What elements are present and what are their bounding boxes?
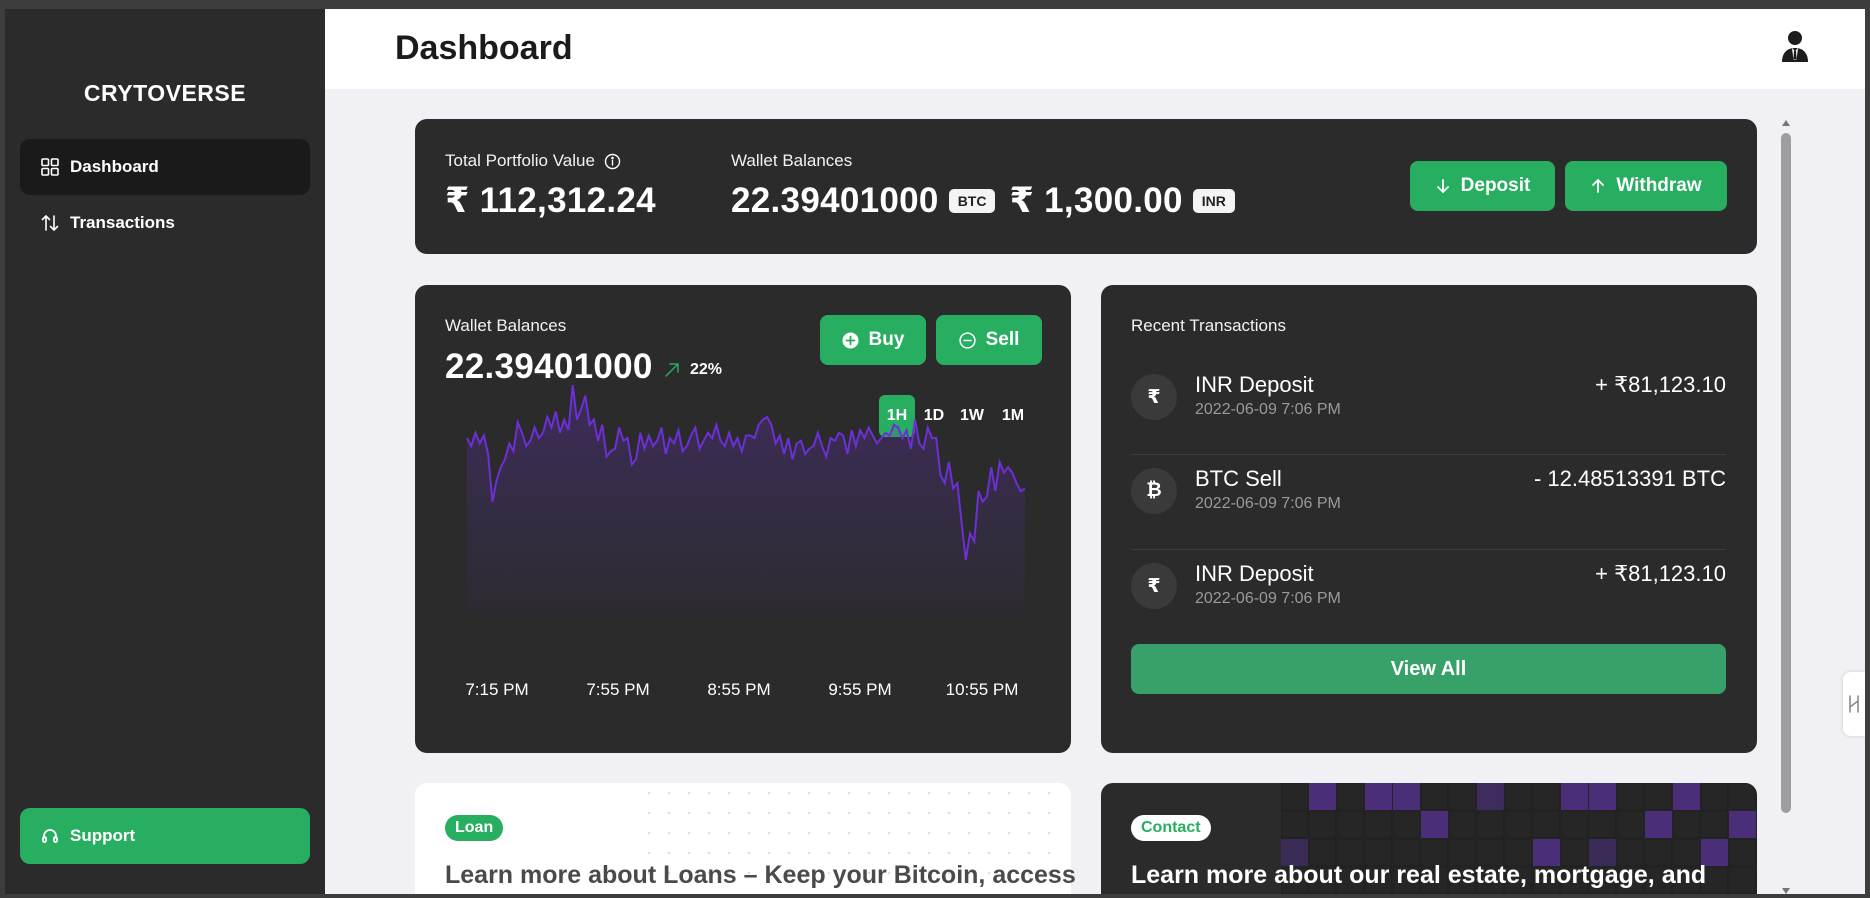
deposit-label: Deposit	[1460, 175, 1531, 196]
transaction-amount: + ₹81,123.10	[1595, 561, 1726, 586]
transaction-amount: - 12.48513391 BTC	[1533, 466, 1726, 491]
deposit-button[interactable]: Deposit	[1410, 161, 1555, 211]
support-label: Support	[70, 826, 136, 845]
bitcoin-icon: ₿	[1131, 468, 1177, 514]
page-title: Dashboard	[395, 29, 573, 67]
sidebar-item-transactions[interactable]: Transactions	[20, 195, 310, 251]
portfolio-summary-card: Total Portfolio Value ₹ 112,312.24 Walle…	[415, 119, 1757, 254]
transaction-row[interactable]: ₿ BTC Sell 2022-06-09 7:06 PM - 12.48513…	[1131, 456, 1726, 536]
x-tick-label: 7:15 PM	[465, 680, 528, 699]
x-tick-label: 9:55 PM	[828, 680, 891, 699]
inr-unit-badge: INR	[1192, 189, 1235, 213]
brand-logo: CRYTOVERSE	[83, 80, 247, 106]
arrow-up-icon	[1590, 178, 1606, 194]
contact-tag: Contact	[1131, 815, 1211, 841]
rupee-icon: ₹	[1131, 374, 1177, 420]
arrow-down-icon	[1435, 178, 1451, 194]
wallet-line-chart: 7:15 PM 7:55 PM 8:55 PM 9:55 PM 10:55 PM	[465, 384, 1026, 699]
arrows-updown-icon	[40, 213, 60, 233]
contact-promo-text: Learn more about our real estate, mortga…	[1131, 861, 1707, 889]
btc-balance: 22.39401000	[731, 181, 939, 220]
sidebar: CRYTOVERSE Dashboard Transactions Suppor…	[5, 9, 325, 894]
grid-icon	[40, 157, 60, 177]
wallet-chart-card: Wallet Balances 22.39401000 22% Buy Sell…	[415, 285, 1071, 753]
portfolio-value: ₹ 112,312.24	[445, 181, 656, 220]
scroll-thumb[interactable]	[1781, 133, 1791, 813]
support-button[interactable]: Support	[20, 808, 310, 864]
btc-unit-badge: BTC	[948, 189, 996, 213]
transaction-amount: + ₹81,123.10	[1595, 372, 1726, 397]
loan-promo-text: Learn more about Loans – Keep your Bitco…	[445, 861, 1076, 889]
wallet-balances-label: Wallet Balances	[731, 151, 853, 170]
x-tick-label: 7:55 PM	[586, 680, 649, 699]
portfolio-label: Total Portfolio Value	[445, 151, 595, 170]
transaction-name: INR Deposit	[1195, 561, 1314, 586]
recent-transactions-title: Recent Transactions	[1131, 316, 1286, 335]
withdraw-label: Withdraw	[1616, 175, 1702, 196]
x-tick-label: 8:55 PM	[707, 680, 770, 699]
recent-transactions-card: Recent Transactions ₹ INR Deposit 2022-0…	[1101, 285, 1757, 753]
sidebar-item-label: Dashboard	[70, 157, 159, 176]
handle-grip-icon	[1849, 695, 1859, 713]
scroll-up-icon[interactable]	[1781, 119, 1791, 127]
side-panel-handle[interactable]	[1843, 672, 1865, 736]
withdraw-button[interactable]: Withdraw	[1565, 161, 1727, 211]
user-avatar-icon[interactable]	[1779, 29, 1811, 63]
divider	[1131, 454, 1726, 455]
transaction-date: 2022-06-09 7:06 PM	[1195, 495, 1341, 512]
main-scrollbar[interactable]	[1778, 119, 1794, 894]
sidebar-item-label: Transactions	[70, 213, 175, 232]
scroll-down-icon[interactable]	[1781, 887, 1791, 894]
transaction-row[interactable]: ₹ INR Deposit 2022-06-09 7:06 PM + ₹81,1…	[1131, 362, 1726, 442]
chart-area-fill	[467, 385, 1025, 613]
contact-promo-card[interactable]: Contact Learn more about our real estate…	[1101, 783, 1757, 894]
loan-tag: Loan	[445, 815, 504, 841]
transaction-row[interactable]: ₹ INR Deposit 2022-06-09 7:06 PM + ₹81,1…	[1131, 551, 1726, 631]
transaction-name: INR Deposit	[1195, 372, 1314, 397]
inr-balance: ₹ 1,300.00	[1009, 181, 1183, 220]
top-header: Dashboard	[325, 9, 1865, 89]
info-icon[interactable]	[604, 153, 621, 170]
divider	[1131, 549, 1726, 550]
headset-icon	[40, 826, 60, 846]
rupee-icon: ₹	[1131, 563, 1177, 609]
view-all-button[interactable]: View All	[1131, 644, 1726, 694]
transaction-date: 2022-06-09 7:06 PM	[1195, 401, 1341, 418]
sidebar-item-dashboard[interactable]: Dashboard	[20, 139, 310, 195]
loan-promo-card[interactable]: Loan Learn more about Loans – Keep your …	[415, 783, 1076, 894]
app-window: CRYTOVERSE Dashboard Transactions Suppor…	[5, 9, 1865, 894]
transaction-date: 2022-06-09 7:06 PM	[1195, 590, 1341, 607]
x-tick-label: 10:55 PM	[946, 680, 1019, 699]
transaction-name: BTC Sell	[1195, 466, 1282, 491]
